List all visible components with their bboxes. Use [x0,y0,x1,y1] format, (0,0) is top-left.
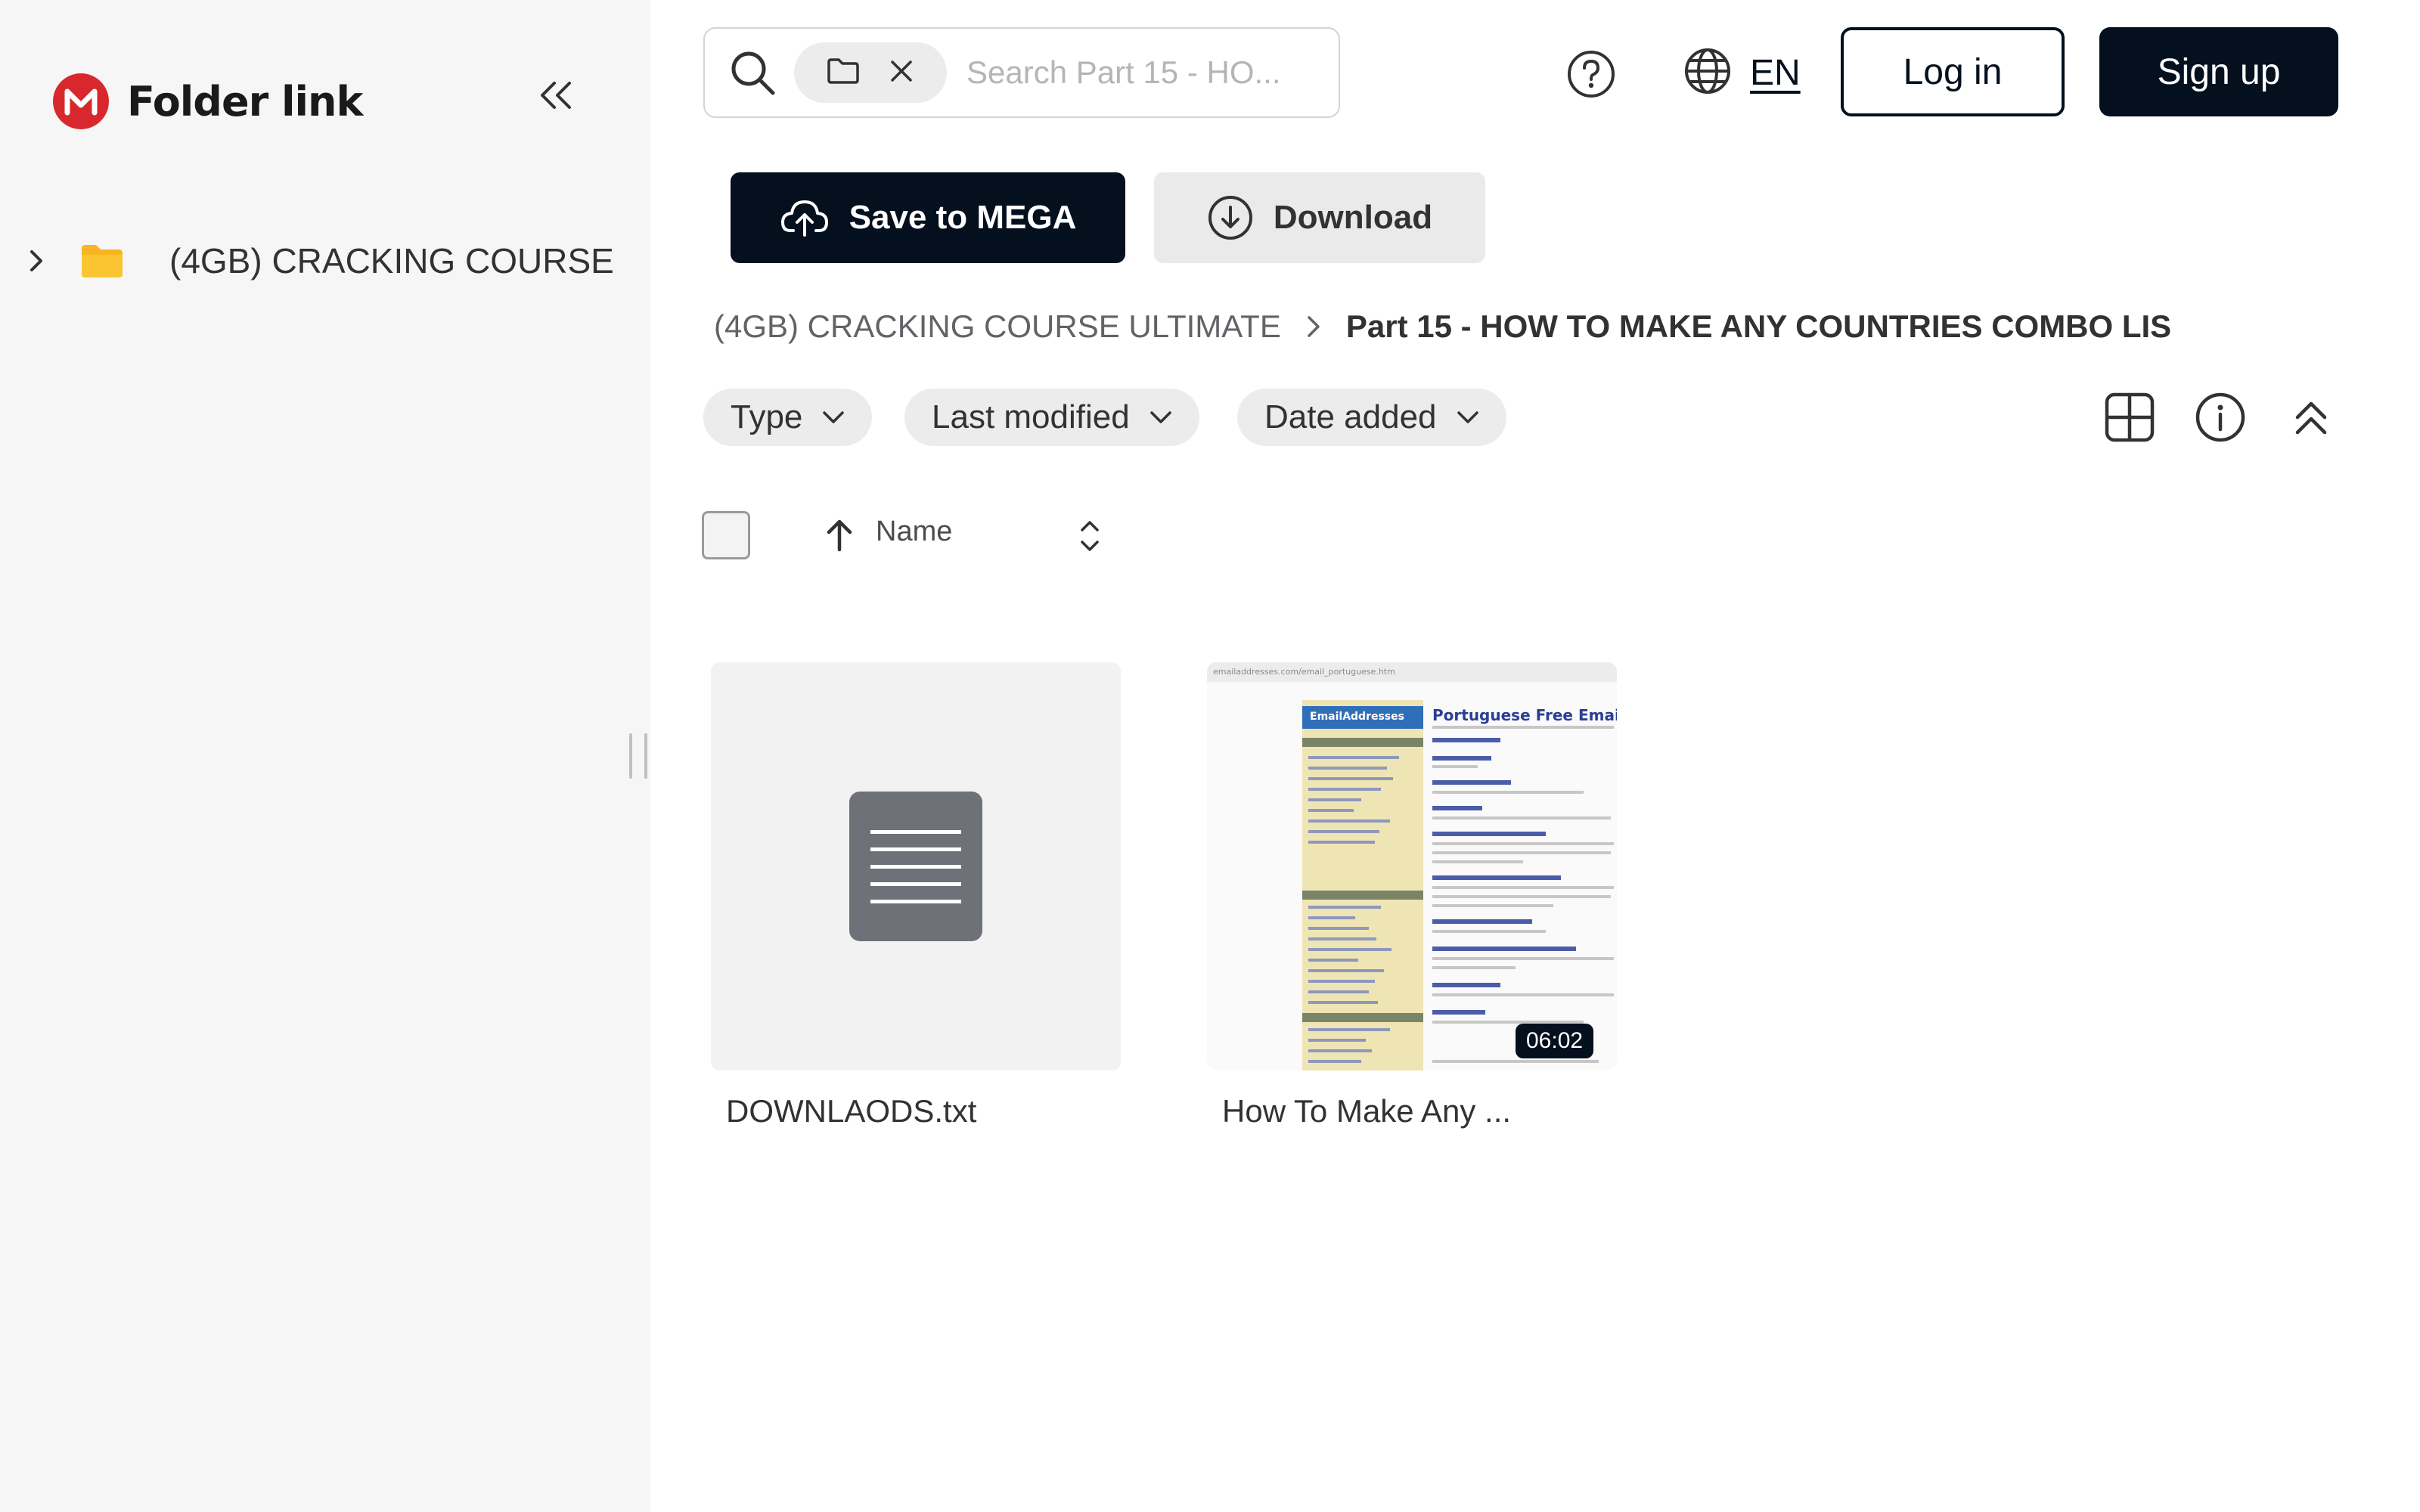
file-thumbnail [711,662,1121,1070]
double-chevron-left-icon [541,82,571,109]
sidebar-tree-label: (4GB) CRACKING COURSE ULTIMATE [169,241,623,280]
name-column-header[interactable]: Name [876,516,952,548]
clear-scope-close-icon[interactable] [889,58,914,88]
download-button[interactable]: Download [1154,172,1485,263]
download-circle-icon [1207,194,1254,241]
chevron-down-icon [1457,411,1479,424]
chevron-down-icon [822,411,845,424]
file-card[interactable]: emailaddresses.com/email_portuguese.htm [1207,662,1617,1129]
sidebar-title: Folder link [127,77,363,125]
language-selector[interactable]: EN [1683,44,1801,101]
breadcrumb-parent-link[interactable]: (4GB) CRACKING COURSE ULTIMATE [714,308,1281,345]
chevron-right-icon[interactable] [23,247,50,274]
filter-type[interactable]: Type [703,389,873,446]
folder-icon [80,243,126,279]
filter-date-added[interactable]: Date added [1237,389,1506,446]
logo[interactable]: Folder link [53,73,363,130]
chevron-down-icon [1150,411,1172,424]
grid-view-icon[interactable] [2102,390,2157,445]
filter-last-modified[interactable]: Last modified [904,389,1199,446]
collapse-sidebar-button[interactable] [529,73,582,118]
save-to-mega-button[interactable]: Save to MEGA [731,172,1125,263]
video-preview-image: emailaddresses.com/email_portuguese.htm [1207,662,1617,1070]
preview-title: Portuguese Free Email Pr [1432,706,1617,724]
search-input[interactable] [966,54,1314,91]
mega-logo-icon [53,73,109,129]
text-file-icon [849,792,982,941]
preview-sidebar [1302,700,1423,1070]
signup-button[interactable]: Sign up [2099,27,2338,116]
search-bar[interactable] [703,27,1340,118]
breadcrumb-current: Part 15 - HOW TO MAKE ANY COUNTRIES COMB… [1345,308,2172,344]
video-duration-badge: 06:02 [1516,1024,1594,1058]
sort-toggle-icon[interactable] [1072,513,1107,559]
file-card[interactable]: DOWNLAODS.txt [711,662,1121,1129]
cloud-upload-icon [780,197,830,238]
video-thumbnail: emailaddresses.com/email_portuguese.htm [1207,662,1617,1070]
file-name: How To Make Any ... [1222,1093,1512,1129]
select-all-checkbox[interactable] [702,511,750,559]
login-button[interactable]: Log in [1841,27,2065,116]
collapse-up-icon[interactable] [2284,390,2338,445]
filter-label: Date added [1264,398,1437,435]
search-icon [728,48,777,98]
filter-label: Last modified [932,398,1130,435]
globe-icon [1683,47,1732,99]
language-label: EN [1750,52,1801,93]
folder-outline-icon [827,57,860,88]
file-name: DOWNLAODS.txt [726,1093,977,1129]
sidebar: Folder link (4GB) CRACKING COURSE ULTIMA… [0,0,650,1512]
sidebar-resize-handle[interactable] [629,733,647,779]
filter-label: Type [731,398,803,435]
info-icon[interactable] [2193,390,2248,445]
sidebar-tree-item[interactable]: (4GB) CRACKING COURSE ULTIMATE [23,234,628,287]
preview-logo: EmailAddresses [1302,706,1423,729]
search-scope-chip [794,42,947,103]
save-to-mega-label: Save to MEGA [849,199,1077,236]
sort-ascending-arrow-icon[interactable] [821,514,858,556]
help-icon[interactable] [1564,47,1618,101]
breadcrumb: (4GB) CRACKING COURSE ULTIMATE Part 15 -… [714,302,2181,351]
preview-url: emailaddresses.com/email_portuguese.htm [1207,662,1617,682]
download-label: Download [1273,199,1433,236]
chevron-right-icon [1307,315,1320,338]
